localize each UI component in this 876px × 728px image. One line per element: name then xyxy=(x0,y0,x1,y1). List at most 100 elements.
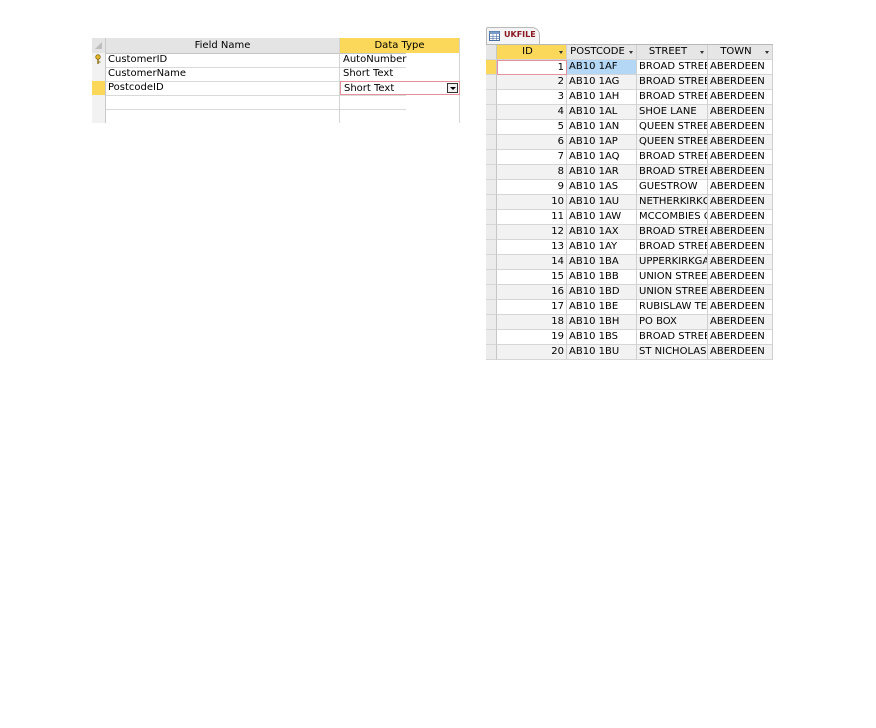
table-row[interactable]: 11AB10 1AWMCCOMBIES COABERDEEN xyxy=(486,210,773,225)
cell-town[interactable]: ABERDEEN xyxy=(708,165,773,180)
design-row-customerid[interactable]: CustomerID AutoNumber xyxy=(92,53,460,68)
table-row[interactable]: 16 AB10 1BD UNION STREET ABERDEEN xyxy=(486,285,773,300)
filter-arrow-icon[interactable] xyxy=(700,51,704,54)
cell-town[interactable]: ABERDEEN xyxy=(708,345,773,360)
cell-id[interactable]: 4 xyxy=(497,105,567,120)
cell-town[interactable]: ABERDEEN xyxy=(708,315,773,330)
cell-street[interactable]: BROAD STREET xyxy=(637,75,708,90)
record-selector[interactable] xyxy=(486,195,497,210)
tab-ukfile[interactable]: UKFILE xyxy=(486,27,540,44)
row-selector[interactable] xyxy=(92,53,106,67)
cell-street[interactable]: BROAD STREET xyxy=(637,225,708,240)
cell-street[interactable]: QUEEN STREET xyxy=(637,135,708,150)
cell-town[interactable]: ABERDEEN xyxy=(708,135,773,150)
cell-street[interactable]: PO BOX xyxy=(637,315,708,330)
record-selector[interactable] xyxy=(486,180,497,195)
record-selector[interactable] xyxy=(486,210,497,225)
record-selector[interactable] xyxy=(486,315,497,330)
cell-postcode[interactable]: AB10 1AU xyxy=(567,195,637,210)
design-row-empty[interactable] xyxy=(92,95,460,110)
cell-postcode[interactable]: AB10 1AF xyxy=(567,60,637,75)
field-name-cell[interactable]: PostcodeID xyxy=(106,81,340,95)
cell-postcode[interactable]: AB10 1AS xyxy=(567,180,637,195)
record-selector[interactable] xyxy=(486,225,497,240)
cell-id[interactable]: 8 xyxy=(497,165,567,180)
cell-street[interactable]: SHOE LANE xyxy=(637,105,708,120)
cell-street[interactable]: QUEEN STREET xyxy=(637,120,708,135)
cell-id[interactable]: 7 xyxy=(497,150,567,165)
data-type-cell[interactable]: AutoNumber xyxy=(340,53,460,67)
cell-town[interactable]: ABERDEEN xyxy=(708,225,773,240)
cell-town[interactable]: ABERDEEN xyxy=(708,270,773,285)
design-row-postcodeid[interactable]: PostcodeID Short Text xyxy=(92,81,460,96)
record-selector[interactable] xyxy=(486,255,497,270)
table-row[interactable]: 19AB10 1BSBROAD STREETABERDEEN xyxy=(486,330,773,345)
cell-postcode[interactable]: AB10 1BU xyxy=(567,345,637,360)
table-row[interactable]: 5 AB10 1AN QUEEN STREET ABERDEEN xyxy=(486,120,773,135)
cell-street[interactable]: NETHERKIRKGA xyxy=(637,195,708,210)
field-name-cell[interactable]: CustomerName xyxy=(106,67,340,81)
cell-id[interactable]: 19 xyxy=(497,330,567,345)
record-selector[interactable] xyxy=(486,270,497,285)
record-selector[interactable] xyxy=(486,150,497,165)
cell-postcode[interactable]: AB10 1AR xyxy=(567,165,637,180)
cell-street[interactable]: ST NICHOLAS S xyxy=(637,345,708,360)
row-selector-current[interactable] xyxy=(92,81,106,95)
table-row[interactable]: 2AB10 1AGBROAD STREETABERDEEN xyxy=(486,75,773,90)
data-type-cell-empty[interactable] xyxy=(340,109,460,123)
table-row[interactable]: 13AB10 1AYBROAD STREETABERDEEN xyxy=(486,240,773,255)
data-type-dropdown[interactable]: Short Text xyxy=(340,81,460,95)
cell-town[interactable]: ABERDEEN xyxy=(708,90,773,105)
cell-town[interactable]: ABERDEEN xyxy=(708,330,773,345)
table-row[interactable]: 3AB10 1AHBROAD STREETABERDEEN xyxy=(486,90,773,105)
record-selector[interactable] xyxy=(486,75,497,90)
cell-id[interactable]: 5 xyxy=(497,120,567,135)
cell-town[interactable]: ABERDEEN xyxy=(708,180,773,195)
design-row-empty-2[interactable] xyxy=(92,109,460,123)
filter-arrow-icon[interactable] xyxy=(765,51,769,54)
column-header-town[interactable]: TOWN xyxy=(708,45,773,60)
record-selector[interactable] xyxy=(486,60,497,75)
cell-id[interactable]: 16 xyxy=(497,285,567,300)
cell-postcode[interactable]: AB10 1BB xyxy=(567,270,637,285)
cell-town[interactable]: ABERDEEN xyxy=(708,210,773,225)
cell-town[interactable]: ABERDEEN xyxy=(708,60,773,75)
table-row[interactable]: 4 AB10 1AL SHOE LANE ABERDEEN xyxy=(486,105,773,120)
cell-postcode[interactable]: AB10 1AX xyxy=(567,225,637,240)
row-selector[interactable] xyxy=(92,109,106,123)
cell-postcode[interactable]: AB10 1BE xyxy=(567,300,637,315)
cell-id[interactable]: 9 xyxy=(497,180,567,195)
cell-id[interactable]: 6 xyxy=(497,135,567,150)
cell-postcode[interactable]: AB10 1AL xyxy=(567,105,637,120)
field-name-cell[interactable]: CustomerID xyxy=(106,53,340,67)
row-selector[interactable] xyxy=(92,67,106,81)
cell-street[interactable]: MCCOMBIES CO xyxy=(637,210,708,225)
table-row[interactable]: 18 AB10 1BH PO BOX ABERDEEN xyxy=(486,315,773,330)
table-row[interactable]: 20AB10 1BUST NICHOLAS SABERDEEN xyxy=(486,345,773,360)
record-selector[interactable] xyxy=(486,240,497,255)
field-name-header[interactable]: Field Name xyxy=(106,38,340,53)
cell-id[interactable]: 20 xyxy=(497,345,567,360)
cell-street[interactable]: BROAD STREET xyxy=(637,150,708,165)
cell-id[interactable]: 1 xyxy=(497,60,567,75)
cell-street[interactable]: BROAD STREET xyxy=(637,165,708,180)
table-row[interactable]: 9 AB10 1AS GUESTROW ABERDEEN xyxy=(486,180,773,195)
row-selector[interactable] xyxy=(92,95,106,109)
table-row[interactable]: 12AB10 1AXBROAD STREETABERDEEN xyxy=(486,225,773,240)
data-type-cell-empty[interactable] xyxy=(340,95,460,109)
cell-postcode[interactable]: AB10 1AP xyxy=(567,135,637,150)
table-row[interactable]: 6 AB10 1AP QUEEN STREET ABERDEEN xyxy=(486,135,773,150)
cell-postcode[interactable]: AB10 1AH xyxy=(567,90,637,105)
table-row[interactable]: 1AB10 1AFBROAD STREETABERDEEN xyxy=(486,60,773,75)
cell-town[interactable]: ABERDEEN xyxy=(708,195,773,210)
cell-postcode[interactable]: AB10 1BA xyxy=(567,255,637,270)
cell-id[interactable]: 15 xyxy=(497,270,567,285)
record-selector[interactable] xyxy=(486,330,497,345)
cell-id[interactable]: 2 xyxy=(497,75,567,90)
cell-street[interactable]: UPPERKIRKGAT xyxy=(637,255,708,270)
cell-postcode[interactable]: AB10 1AY xyxy=(567,240,637,255)
column-header-postcode[interactable]: POSTCODE xyxy=(567,45,637,60)
cell-street[interactable]: GUESTROW xyxy=(637,180,708,195)
record-selector[interactable] xyxy=(486,165,497,180)
cell-town[interactable]: ABERDEEN xyxy=(708,105,773,120)
